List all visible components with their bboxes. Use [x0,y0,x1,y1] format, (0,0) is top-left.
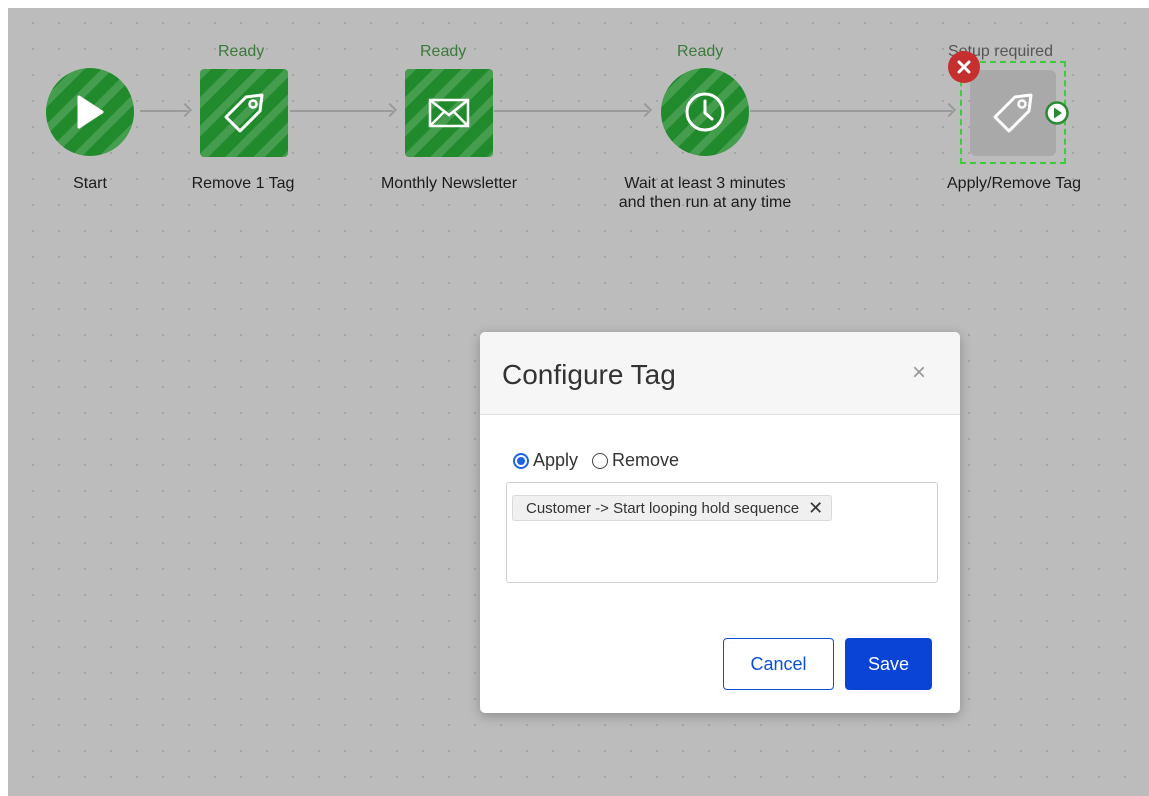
apply-radio[interactable] [513,452,529,469]
node-label-wait: Wait at least 3 minutes and then run at … [590,174,820,212]
save-button[interactable]: Save [845,638,932,690]
apply-radio-label[interactable]: Apply [533,450,578,471]
remove-tag-chip-icon[interactable]: ✕ [808,499,823,517]
play-icon [77,95,104,129]
connector-arrow [750,110,952,112]
apply-remove-options: Apply Remove [513,450,679,471]
node-status-newsletter: Ready [420,43,467,60]
node-label-start: Start [73,175,107,192]
newsletter-node[interactable] [405,69,493,157]
node-label-wait-line2: and then run at any time [618,194,792,211]
tag-icon [993,93,1033,133]
envelope-icon [428,98,470,128]
start-node[interactable] [46,68,134,156]
cancel-button[interactable]: Cancel [723,638,834,690]
clock-icon [685,92,725,132]
delete-node-button[interactable] [948,51,980,83]
node-status-wait: Ready [677,43,724,60]
modal-title: Configure Tag [502,359,676,390]
selected-tag-chip: Customer -> Start looping hold sequence … [512,495,833,521]
node-label-newsletter: Monthly Newsletter [380,175,518,192]
connector-arrow [140,110,188,112]
node-label-remove-tag: Remove 1 Tag [191,175,295,192]
remove-radio-label[interactable]: Remove [612,450,679,471]
close-icon [957,60,971,74]
add-next-step-icon[interactable] [1044,100,1070,126]
connector-arrow [290,110,393,112]
selected-tag-label: Customer -> Start looping hold sequence [526,499,800,517]
configure-tag-modal: Configure Tag × Apply Remove Customer ->… [480,332,960,713]
connector-arrow [494,110,648,112]
node-label-apply-remove-tag: Apply/Remove Tag [947,175,1081,192]
remove-radio[interactable] [592,452,609,469]
tag-select-input[interactable]: Customer -> Start looping hold sequence … [506,482,938,583]
remove-tag-node[interactable] [200,69,288,157]
modal-close-button[interactable]: × [912,361,926,385]
wait-node[interactable] [661,68,749,156]
tag-icon [224,93,264,133]
node-status-remove-tag: Ready [218,43,265,60]
node-label-wait-line1: Wait at least 3 minutes [624,175,786,192]
modal-header: Configure Tag × [480,332,960,415]
